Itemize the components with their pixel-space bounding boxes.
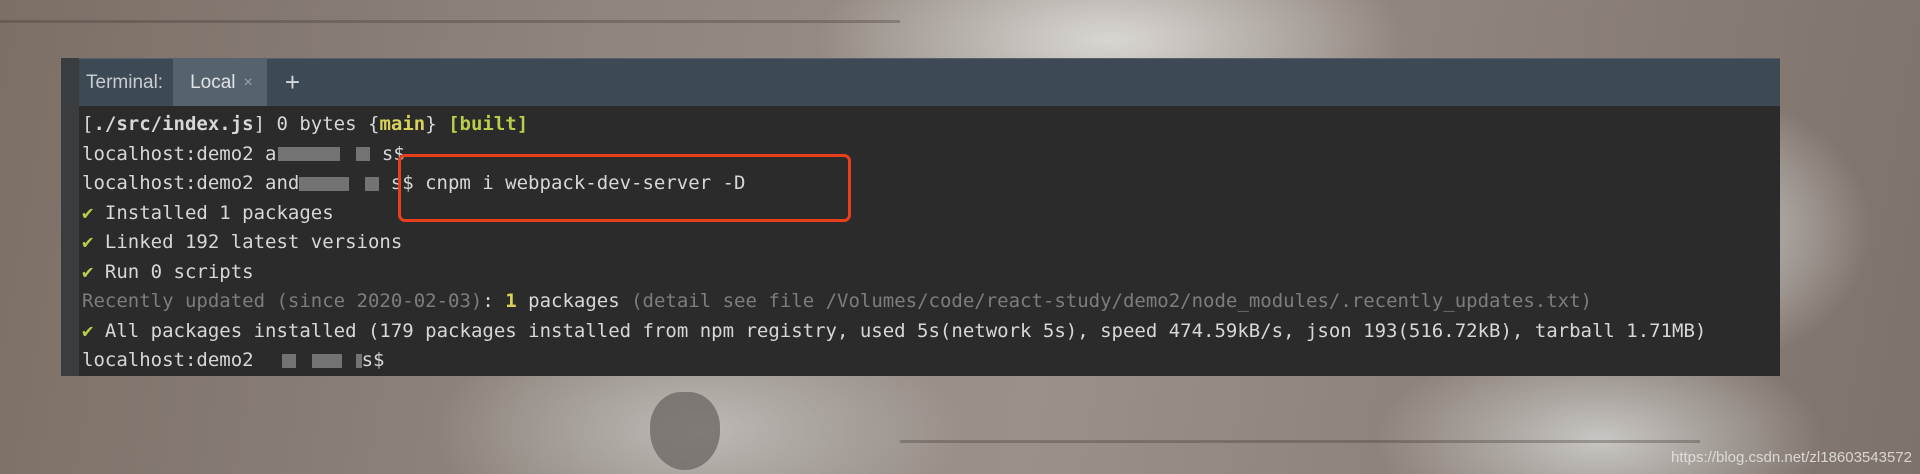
check-icon: ✔ <box>82 319 94 342</box>
output-line: ✔ Installed 1 packages <box>82 201 334 224</box>
terminal-title: Terminal: <box>86 71 164 93</box>
redacted-mask <box>356 147 371 161</box>
terminal-tabbar: Terminal: Local × + <box>79 58 1780 106</box>
redacted-mask <box>365 176 380 191</box>
output-line-built: [./src/index.js] 0 bytes {main} [built] <box>82 113 529 135</box>
wood-grain-line <box>900 440 1700 443</box>
redacted-mask <box>355 353 362 368</box>
command-highlight-box <box>398 154 851 222</box>
redacted-mask <box>278 147 341 161</box>
prompt-line: localhost:demo2 a s$ <box>82 142 405 165</box>
output-line: ✔ Linked 192 latest versions <box>82 231 403 253</box>
wood-grain-line <box>0 20 900 23</box>
output-line-summary: ✔ All packages installed (179 packages i… <box>82 319 1707 342</box>
terminal-output[interactable]: [./src/index.js] 0 bytes {main} [built] … <box>79 106 1780 376</box>
command-line: localhost:demo2 and s$ cnpm i webpack-de… <box>82 172 746 194</box>
redacted-mask <box>281 353 296 368</box>
tab-local-label: Local <box>190 71 236 93</box>
tool-window-gutter[interactable] <box>61 58 79 376</box>
redacted-mask <box>299 176 350 191</box>
check-icon: ✔ <box>82 201 94 224</box>
close-icon[interactable]: × <box>244 74 253 92</box>
tab-local[interactable]: Local × <box>173 59 267 106</box>
redacted-mask <box>311 353 342 368</box>
output-line: ✔ Run 0 scripts <box>82 260 254 283</box>
check-icon: ✔ <box>82 231 94 253</box>
apple-logo-shape <box>650 392 720 470</box>
prompt-line-current: localhost:demo2 s$ <box>82 349 385 371</box>
output-line-recent: Recently updated (since 2020-02-03): 1 p… <box>82 290 1592 312</box>
add-tab-icon[interactable]: + <box>267 59 318 106</box>
watermark: https://blog.csdn.net/zl18603543572 <box>1670 449 1912 466</box>
check-icon: ✔ <box>82 260 94 283</box>
